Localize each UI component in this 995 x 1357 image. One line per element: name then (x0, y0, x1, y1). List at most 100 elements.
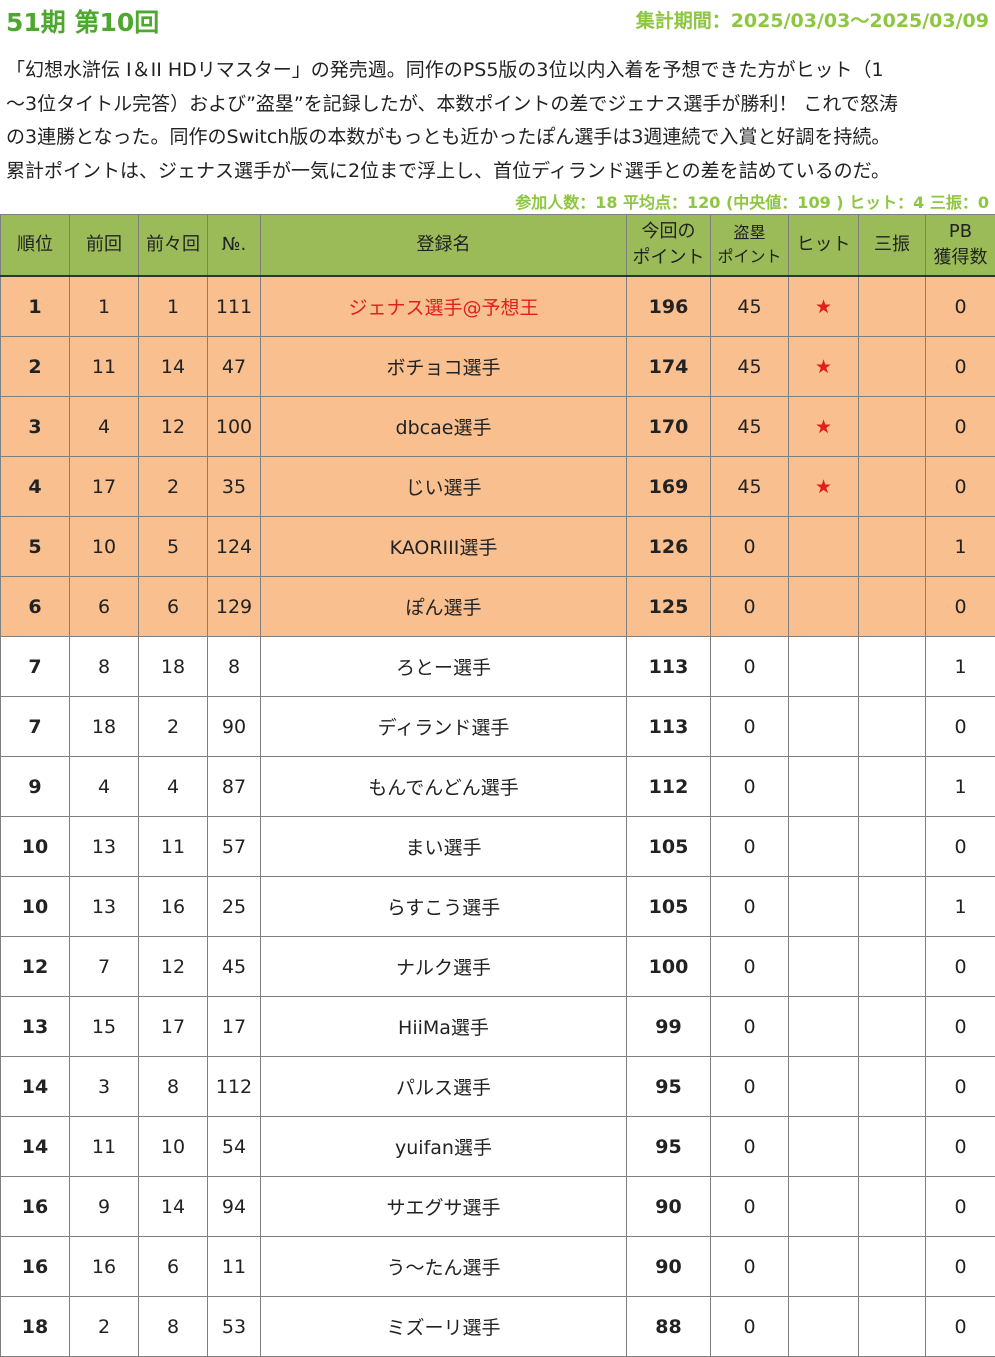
points-cell: 169 (626, 456, 711, 517)
rank-cell: 1 (0, 275, 70, 337)
prev-rank-cell: 9 (69, 1176, 139, 1237)
table-header-row: 順位 前回 前々回 №. 登録名 今回の ポイント 盗塁 ポイント ヒット 三振 P… (0, 214, 995, 277)
strikeout-cell (858, 1236, 926, 1297)
description: 「幻想水滸伝 I＆II HDリマスター」の発売週。同作のPS5版の3位以内入着を… (6, 54, 990, 188)
strikeout-cell (858, 876, 926, 937)
rank-cell: 9 (0, 756, 70, 817)
table-row: 7 8 18 8 ろとー選手 113 0 1 (0, 636, 995, 697)
header-steal: 盗塁 ポイント (710, 214, 789, 277)
player-name-cell: まい選手 (260, 816, 627, 877)
prev2-rank-cell: 11 (138, 816, 208, 877)
strikeout-cell (858, 696, 926, 757)
header-points-line1: 今回の (641, 221, 696, 242)
table-row: 14 11 10 54 yuifan選手 95 0 0 (0, 1116, 995, 1177)
entry-number-cell: 53 (207, 1296, 261, 1357)
strikeout-cell (858, 1056, 926, 1117)
player-name-cell: HiiMa選手 (260, 996, 627, 1057)
prev-rank-cell: 2 (69, 1296, 139, 1357)
points-cell: 99 (626, 996, 711, 1057)
player-name-cell: ろとー選手 (260, 636, 627, 697)
rank-cell: 10 (0, 876, 70, 937)
player-name-cell: ディランド選手 (260, 696, 627, 757)
hit-cell (788, 1176, 859, 1237)
pb-count-cell: 0 (925, 1176, 995, 1237)
steal-points-cell: 45 (710, 456, 789, 517)
header-no: №. (207, 214, 261, 277)
prev-rank-cell: 13 (69, 816, 139, 877)
rank-cell: 18 (0, 1296, 70, 1357)
prev-rank-cell: 16 (69, 1236, 139, 1297)
pb-count-cell: 1 (925, 636, 995, 697)
player-name-cell: う～たん選手 (260, 1236, 627, 1297)
prev-rank-cell: 18 (69, 696, 139, 757)
description-line: の3連勝となった。同作のSwitch版の本数がもっとも近かったぽん選手は3週連続… (6, 126, 891, 148)
prev2-rank-cell: 14 (138, 1176, 208, 1237)
hit-cell (788, 696, 859, 757)
rank-cell: 13 (0, 996, 70, 1057)
header-steal-line1: 盗塁 (733, 223, 766, 242)
rank-cell: 7 (0, 636, 70, 697)
rank-cell: 12 (0, 936, 70, 997)
prev-rank-cell: 13 (69, 876, 139, 937)
ranking-table: 順位 前回 前々回 №. 登録名 今回の ポイント 盗塁 ポイント ヒット 三振 P… (0, 214, 995, 1357)
entry-number-cell: 45 (207, 936, 261, 997)
entry-number-cell: 100 (207, 396, 261, 457)
pb-count-cell: 1 (925, 756, 995, 817)
entry-number-cell: 8 (207, 636, 261, 697)
table-row: 10 13 11 57 まい選手 105 0 0 (0, 816, 995, 877)
player-name-cell: yuifan選手 (260, 1116, 627, 1177)
pb-count-cell: 1 (925, 516, 995, 577)
table-row: 1 1 1 111 ジェナス選手@予想王 196 45 ★ 0 (0, 275, 995, 337)
header-prev2: 前々回 (138, 214, 208, 277)
header-prev: 前回 (69, 214, 139, 277)
table-row: 10 13 16 25 らすこう選手 105 0 1 (0, 876, 995, 937)
rank-cell: 10 (0, 816, 70, 877)
points-cell: 95 (626, 1056, 711, 1117)
header-pb: PB 獲得数 (925, 214, 995, 277)
entry-number-cell: 57 (207, 816, 261, 877)
entry-number-cell: 87 (207, 756, 261, 817)
entry-number-cell: 25 (207, 876, 261, 937)
entry-number-cell: 17 (207, 996, 261, 1057)
player-name-cell: パルス選手 (260, 1056, 627, 1117)
strikeout-cell (858, 516, 926, 577)
rank-cell: 14 (0, 1116, 70, 1177)
header-points: 今回の ポイント (626, 214, 711, 277)
prev-rank-cell: 4 (69, 756, 139, 817)
steal-points-cell: 0 (710, 576, 789, 637)
prev-rank-cell: 7 (69, 936, 139, 997)
table-row: 6 6 6 129 ぽん選手 125 0 0 (0, 576, 995, 637)
steal-points-cell: 0 (710, 996, 789, 1057)
header-name: 登録名 (260, 214, 627, 277)
hit-cell (788, 516, 859, 577)
strikeout-cell (858, 275, 926, 337)
pb-count-cell: 0 (925, 336, 995, 397)
player-name-cell: じい選手 (260, 456, 627, 517)
steal-points-cell: 0 (710, 876, 789, 937)
player-name-cell: らすこう選手 (260, 876, 627, 937)
table-row: 14 3 8 112 パルス選手 95 0 0 (0, 1056, 995, 1117)
strikeout-cell (858, 456, 926, 517)
prev2-rank-cell: 12 (138, 936, 208, 997)
entry-number-cell: 11 (207, 1236, 261, 1297)
rank-cell: 7 (0, 696, 70, 757)
table-row: 18 2 8 53 ミズーリ選手 88 0 0 (0, 1296, 995, 1357)
table-row: 13 15 17 17 HiiMa選手 99 0 0 (0, 996, 995, 1057)
points-cell: 112 (626, 756, 711, 817)
entry-number-cell: 111 (207, 275, 261, 337)
strikeout-cell (858, 816, 926, 877)
player-name-cell: ミズーリ選手 (260, 1296, 627, 1357)
page-title: 51期 第10回 (6, 8, 160, 37)
prev2-rank-cell: 18 (138, 636, 208, 697)
header-steal-line2: ポイント (717, 247, 782, 266)
entry-number-cell: 124 (207, 516, 261, 577)
prev2-rank-cell: 5 (138, 516, 208, 577)
rank-cell: 6 (0, 576, 70, 637)
prev2-rank-cell: 2 (138, 696, 208, 757)
hit-cell: ★ (788, 336, 859, 397)
points-cell: 126 (626, 516, 711, 577)
prev-rank-cell: 4 (69, 396, 139, 457)
table-row: 12 7 12 45 ナルク選手 100 0 0 (0, 936, 995, 997)
prev2-rank-cell: 1 (138, 275, 208, 337)
player-name-cell: サエグサ選手 (260, 1176, 627, 1237)
